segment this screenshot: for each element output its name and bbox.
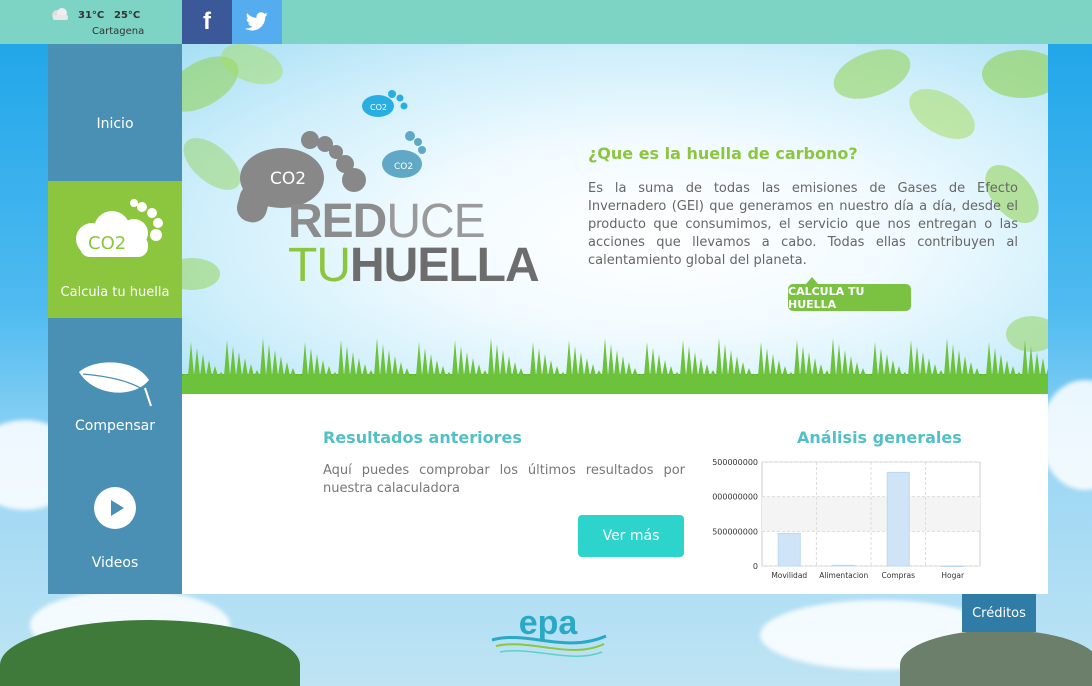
- cloudy-icon: [52, 8, 68, 20]
- sidebar-item-label: Calcula tu huella: [60, 285, 170, 300]
- temp-min: 25°C: [114, 10, 141, 21]
- top-bar: 31°C 25°C Cartagena f: [0, 0, 1092, 44]
- x-tick-label: Movilidad: [771, 571, 807, 580]
- analysis-chart: 0 500000000 000000000 500000000 Movilidad Ali…: [712, 458, 981, 580]
- creditos-button[interactable]: Créditos: [962, 594, 1036, 632]
- sidebar-item-label: Videos: [91, 555, 139, 571]
- y-tick-label: 500000000: [712, 527, 758, 536]
- temp-max: 31°C: [78, 10, 105, 21]
- analysis-title: Análisis generales: [797, 428, 962, 447]
- weather-city: Cartagena: [92, 26, 145, 37]
- x-tick-label: Hogar: [941, 571, 965, 580]
- leaf-icon: [79, 362, 152, 407]
- hero-title: ¿Que es la huella de carbono?: [588, 144, 858, 163]
- svg-text:CO2: CO2: [270, 169, 306, 189]
- twitter-button[interactable]: [232, 0, 282, 44]
- logo-reduce: REDUCE: [288, 195, 486, 248]
- weather-widget: 31°C 25°C Cartagena: [48, 4, 182, 40]
- play-icon: [94, 487, 136, 529]
- sidebar-item-calcula-tu-huella[interactable]: CO2 Calcula tu huella: [48, 181, 182, 318]
- chart-bar: [941, 565, 965, 567]
- sidebar-item-compensar[interactable]: Compensar: [48, 318, 182, 455]
- sidebar: Inicio CO2 Calcula tu huella Compensar V…: [48, 44, 182, 594]
- grass-decoration: [182, 338, 1048, 394]
- x-tick-label: Compras: [882, 571, 916, 580]
- results-title: Resultados anteriores: [323, 428, 522, 447]
- chart-bar: [832, 564, 856, 567]
- sidebar-item-label: Compensar: [75, 418, 155, 434]
- ver-mas-button[interactable]: Ver más: [578, 515, 684, 557]
- y-tick-label: 500000000: [712, 458, 758, 467]
- svg-text:CO2: CO2: [370, 103, 387, 112]
- svg-text:CO2: CO2: [88, 233, 126, 254]
- twitter-icon: [245, 12, 268, 31]
- svg-text:epa: epa: [519, 604, 579, 642]
- sidebar-item-inicio[interactable]: Inicio: [48, 44, 182, 181]
- svg-text:CO2: CO2: [394, 162, 413, 172]
- calcula-tu-huella-button[interactable]: CALCULA TU HUELLA: [788, 277, 911, 311]
- sidebar-item-videos[interactable]: Videos: [48, 455, 182, 594]
- facebook-icon: f: [203, 8, 211, 35]
- y-tick-label: 0: [753, 562, 758, 571]
- logo-tu-huella: TUHUELLA: [288, 239, 540, 292]
- co2-cloud-icon: CO2: [76, 199, 163, 257]
- results-description: Aquí puedes comprobar los últimos result…: [323, 463, 685, 496]
- chart-bar: [886, 471, 910, 567]
- y-tick-label: 000000000: [712, 493, 758, 502]
- hero-banner: CO2 CO2 CO2 REDUCE TUHUELLA ¿Que es la h…: [182, 44, 1048, 394]
- hero-description: Es la suma de todas las emisiones de Gas…: [588, 181, 1018, 268]
- content-panel: Resultados anteriores Aquí puedes compro…: [182, 394, 1048, 594]
- x-tick-label: Alimentacion: [819, 571, 868, 580]
- chart-bar: [777, 532, 801, 567]
- sidebar-item-label: Inicio: [96, 116, 134, 132]
- facebook-button[interactable]: f: [182, 0, 232, 44]
- epa-logo: epa: [491, 604, 607, 657]
